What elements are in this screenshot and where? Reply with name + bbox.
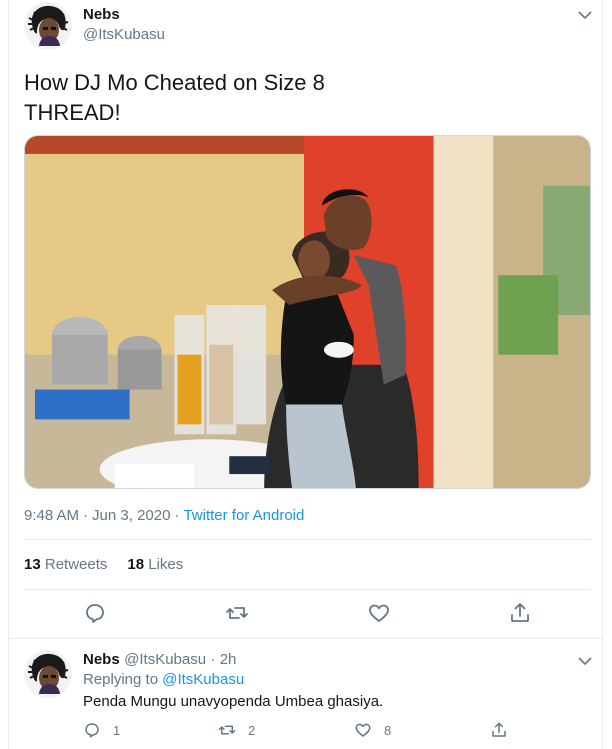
reply-icon: [86, 604, 104, 623]
replying-to-handle[interactable]: @ItsKubasu: [162, 671, 244, 688]
retweets-stat[interactable]: 13 Retweets: [24, 556, 107, 573]
tweet-stats: 13 Retweets 18 Likes: [24, 556, 183, 573]
chevron-down-icon[interactable]: [578, 656, 592, 666]
replying-prefix: Replying to: [83, 671, 159, 688]
retweets-label: Retweets: [44, 556, 108, 573]
like-button[interactable]: [367, 601, 391, 625]
reply-retweet-count: 2: [248, 722, 256, 738]
reply-time[interactable]: · 2h: [211, 651, 237, 668]
retweet-button[interactable]: [225, 601, 249, 625]
chevron-down-icon[interactable]: [578, 10, 592, 20]
reply-author-avatar[interactable]: [24, 650, 72, 698]
tweet-text-line1: How DJ Mo Cheated on Size 8: [24, 70, 325, 95]
meta-separator: ·: [174, 507, 180, 524]
reply-reply-button[interactable]: 1: [83, 720, 120, 740]
divider: [8, 638, 603, 639]
tweet-source-link[interactable]: Twitter for Android: [183, 507, 304, 524]
like-icon: [355, 723, 371, 737]
reply-retweet-button[interactable]: 2: [218, 720, 255, 740]
likes-label: Likes: [148, 556, 184, 573]
divider: [24, 539, 591, 540]
reply-count: 1: [113, 722, 121, 738]
reply-icon: [85, 723, 99, 738]
tweet-meta: 9:48 AM · Jun 3, 2020 · Twitter for Android: [24, 507, 304, 524]
replying-to: Replying to @ItsKubasu: [83, 671, 244, 688]
share-icon: [492, 722, 506, 737]
tweet-text-line2: THREAD!: [24, 100, 121, 125]
author-name[interactable]: Nebs: [83, 6, 120, 23]
tweet-text: How DJ Mo Cheated on Size 8 THREAD!: [24, 68, 325, 128]
reply-like-count: 8: [384, 722, 392, 738]
reply-like-button[interactable]: 8: [354, 720, 391, 740]
tweet-date[interactable]: Jun 3, 2020: [92, 507, 170, 524]
reply-header: Nebs @ItsKubasu · 2h: [83, 651, 236, 669]
like-icon: [369, 604, 389, 622]
reply-author-handle[interactable]: @ItsKubasu: [124, 651, 206, 668]
author-handle[interactable]: @ItsKubasu: [83, 26, 165, 43]
tweet-photo[interactable]: [24, 135, 591, 489]
likes-stat[interactable]: 18 Likes: [127, 556, 183, 573]
reply-author-name[interactable]: Nebs: [83, 651, 120, 668]
meta-separator: ·: [83, 507, 89, 524]
divider: [24, 589, 591, 590]
retweets-count: 13: [24, 556, 41, 573]
reply-text: Penda Mungu unavyopenda Umbea ghasiya.: [83, 693, 384, 710]
author-avatar[interactable]: [24, 2, 72, 50]
retweet-icon: [226, 607, 248, 619]
share-button[interactable]: [508, 601, 532, 625]
share-icon: [511, 603, 529, 622]
likes-count: 18: [127, 556, 145, 573]
reply-share-button[interactable]: [490, 720, 520, 740]
retweet-icon: [218, 725, 236, 735]
reply-button[interactable]: [83, 601, 107, 625]
tweet-time[interactable]: 9:48 AM: [24, 507, 79, 524]
